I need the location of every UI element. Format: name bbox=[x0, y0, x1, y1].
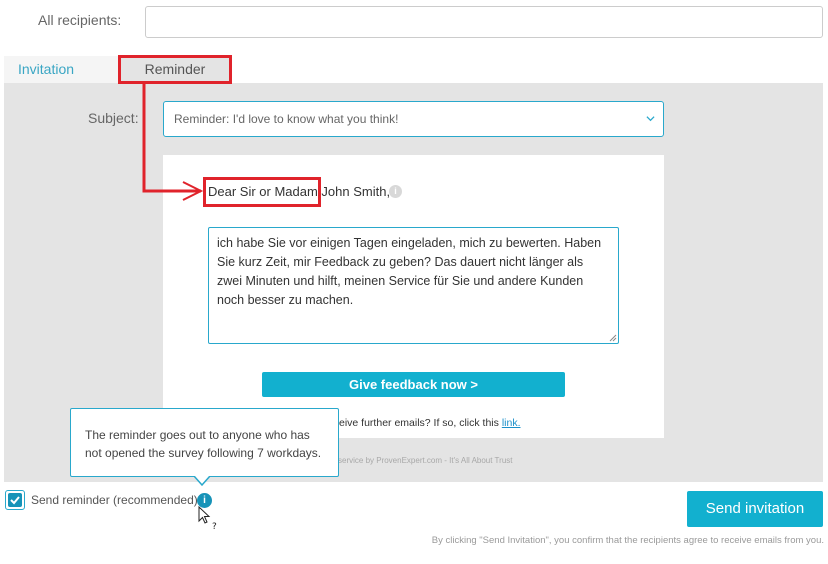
send-reminder-checkbox[interactable] bbox=[5, 490, 25, 510]
resize-handle-icon[interactable] bbox=[609, 334, 617, 342]
tab-reminder[interactable]: Reminder bbox=[120, 56, 230, 83]
reminder-tooltip: The reminder goes out to anyone who has … bbox=[70, 408, 339, 477]
give-feedback-button[interactable]: Give feedback now > bbox=[262, 372, 565, 397]
checkbox-fill bbox=[8, 493, 22, 507]
unsubscribe-link[interactable]: link. bbox=[502, 417, 521, 429]
subject-value: Reminder: I'd love to know what you thin… bbox=[174, 112, 399, 126]
greeting-info-icon[interactable]: i bbox=[389, 185, 402, 198]
tooltip-text: The reminder goes out to anyone who has … bbox=[85, 428, 322, 460]
message-body: ich habe Sie vor einigen Tagen eingelade… bbox=[217, 236, 602, 307]
powered-by: service by ProvenExpert.com - It's All A… bbox=[338, 456, 513, 465]
chevron-down-icon bbox=[646, 116, 655, 122]
unsubscribe-text: eive further emails? If so, click this l… bbox=[339, 417, 521, 429]
tooltip-pointer bbox=[194, 476, 210, 486]
greeting-salutation[interactable]: Dear Sir or Madam bbox=[208, 184, 318, 199]
recipients-input[interactable] bbox=[145, 6, 823, 38]
svg-text:?: ? bbox=[212, 522, 217, 530]
greeting-name: John Smith, bbox=[317, 184, 391, 199]
tab-invitation[interactable]: Invitation bbox=[4, 56, 120, 83]
unsubscribe-sentence: eive further emails? If so, click this bbox=[339, 417, 502, 429]
help-cursor-icon: ? bbox=[198, 506, 217, 530]
consent-disclaimer: By clicking "Send Invitation", you confi… bbox=[431, 535, 824, 546]
recipients-label: All recipients: bbox=[38, 12, 122, 28]
greeting: Dear Sir or Madam John Smith, bbox=[208, 184, 390, 199]
subject-select[interactable]: Reminder: I'd love to know what you thin… bbox=[163, 101, 664, 137]
send-invitation-button[interactable]: Send invitation bbox=[687, 491, 823, 527]
checkmark-icon bbox=[10, 496, 20, 505]
send-reminder-label[interactable]: Send reminder (recommended) bbox=[31, 493, 198, 507]
subject-label: Subject: bbox=[88, 110, 139, 126]
message-textarea[interactable]: ich habe Sie vor einigen Tagen eingelade… bbox=[208, 227, 619, 344]
